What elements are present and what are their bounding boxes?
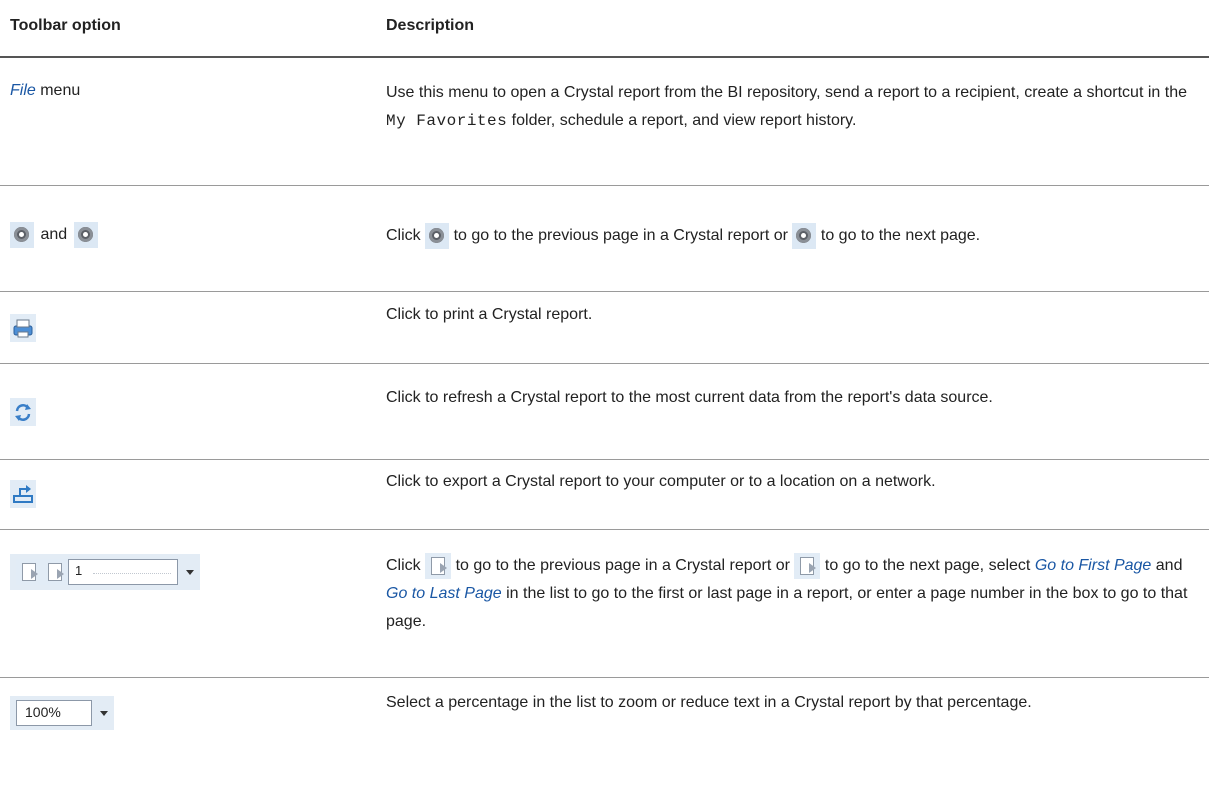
my-favorites-folder-name: My Favorites: [386, 112, 508, 130]
previous-page-icon[interactable]: [10, 222, 34, 248]
prev-next-description: Click to go to the previous page in a Cr…: [386, 222, 1206, 250]
refresh-icon[interactable]: [10, 398, 36, 426]
table-row-file-menu: File menu Use this menu to open a Crysta…: [0, 58, 1209, 186]
pages-desc-after-icon: to go to the next page, select: [824, 557, 1031, 574]
prev-next-option: and: [10, 222, 98, 248]
zoom-option: 100%: [10, 696, 114, 730]
header-toolbar-option: Toolbar option: [10, 17, 121, 34]
pages-desc-end: in the list to go to the first or last p…: [386, 585, 1188, 630]
zoom-select[interactable]: 100%: [16, 700, 92, 726]
first-page-icon[interactable]: [16, 559, 42, 585]
table-row-export: Click to export a Crystal report to your…: [0, 460, 1209, 530]
chevron-down-icon[interactable]: [186, 569, 194, 575]
chevron-down-icon[interactable]: [100, 710, 108, 716]
first-page-icon: [425, 552, 452, 579]
page-number-input[interactable]: 1: [68, 559, 178, 585]
and-text: and: [40, 226, 68, 243]
go-to-first-page-link[interactable]: Go to First Page: [1035, 557, 1152, 574]
go-to-last-page-link[interactable]: Go to Last Page: [386, 585, 502, 602]
nav-desc-mid: to go to the previous page in a Crystal …: [453, 227, 788, 244]
export-description: Click to export a Crystal report to your…: [386, 473, 936, 490]
nav-desc-end: to go to the next page.: [820, 227, 981, 244]
export-option: [10, 480, 36, 508]
file-menu-option: File menu: [10, 82, 80, 100]
table-row-refresh: Click to refresh a Crystal report to the…: [0, 364, 1209, 460]
next-page-icon: [792, 222, 817, 249]
refresh-description: Click to refresh a Crystal report to the…: [386, 389, 993, 406]
nav-desc-click: Click: [386, 227, 421, 244]
pages-desc-mid: to go to the previous page in a Crystal …: [455, 557, 790, 574]
zoom-toolbar: 100%: [10, 696, 114, 730]
file-desc-part1: Use this menu to open a Crystal report f…: [386, 84, 1187, 101]
page-navigation-description: Click to go to the previous page in a Cr…: [386, 552, 1206, 636]
table-header: Toolbar option Description: [0, 0, 1209, 58]
last-page-icon[interactable]: [42, 559, 68, 585]
previous-page-icon: [425, 222, 450, 249]
table-row-prev-next: and Click to go to the previous page in …: [0, 186, 1209, 292]
file-menu-description: Use this menu to open a Crystal report f…: [386, 79, 1206, 135]
file-desc-part2: folder, schedule a report, and view repo…: [507, 112, 857, 129]
export-icon[interactable]: [10, 480, 36, 508]
zoom-description: Select a percentage in the list to zoom …: [386, 694, 1032, 711]
pages-desc-and: and: [1155, 557, 1183, 574]
refresh-option: [10, 398, 36, 426]
page-navigation-option: 1: [10, 554, 200, 590]
pages-desc-click: Click: [386, 557, 421, 574]
table-row-page-navigation: 1 Click to go to the previous page in a …: [0, 530, 1209, 678]
next-page-icon[interactable]: [73, 222, 98, 248]
header-description: Description: [386, 17, 475, 34]
file-menu-suffix: menu: [35, 82, 81, 99]
print-option: [10, 314, 36, 342]
printer-icon[interactable]: [10, 314, 36, 342]
table-row-print: Click to print a Crystal report.: [0, 292, 1209, 364]
page-navigation-toolbar: 1: [10, 554, 200, 590]
file-menu-link[interactable]: File: [10, 82, 36, 99]
last-page-icon: [794, 552, 821, 579]
table-row-zoom: 100% Select a percentage in the list to …: [0, 678, 1209, 796]
print-description: Click to print a Crystal report.: [386, 306, 593, 323]
